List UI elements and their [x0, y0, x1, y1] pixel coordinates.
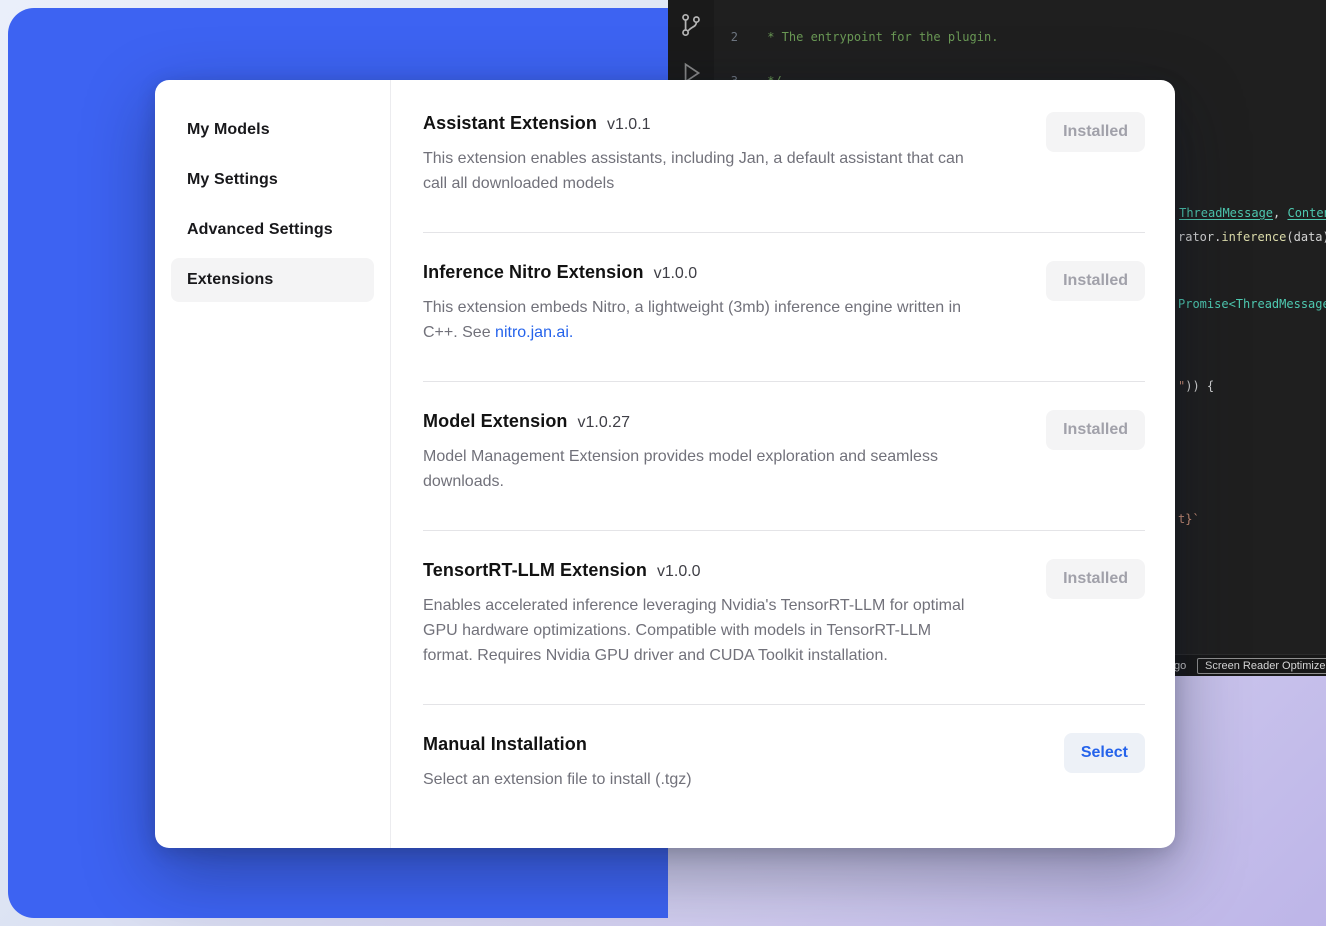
extension-row-assistant: Assistant Extension v1.0.1 This extension…: [423, 108, 1145, 232]
status-text: go: [1174, 660, 1186, 672]
manual-installation-description: Select an extension file to install (.tg…: [423, 767, 692, 792]
extension-title: Model Extension: [423, 411, 568, 431]
code-fragment: rator.inference(data));: [1178, 229, 1326, 245]
extension-title: TensortRT-LLM Extension: [423, 560, 647, 580]
extension-description: Model Management Extension provides mode…: [423, 444, 968, 494]
extension-version: v1.0.1: [607, 116, 651, 133]
select-file-button[interactable]: Select: [1064, 733, 1145, 773]
extension-row-inference-nitro: Inference Nitro Extension v1.0.0 This ext…: [423, 233, 1145, 381]
installed-button[interactable]: Installed: [1046, 559, 1145, 599]
extension-version: v1.0.0: [654, 265, 698, 282]
extension-title: Inference Nitro Extension: [423, 262, 644, 282]
sidebar-item-my-settings[interactable]: My Settings: [171, 158, 374, 202]
desktop: 2 * The entrypoint for the plugin. 3 */ …: [0, 0, 1326, 926]
installed-button[interactable]: Installed: [1046, 112, 1145, 152]
code-fragment: Promise<ThreadMessage>: [1178, 296, 1326, 312]
manual-installation-title: Manual Installation: [423, 734, 587, 754]
installed-button[interactable]: Installed: [1046, 261, 1145, 301]
manual-installation-row: Manual Installation Select an extension …: [423, 705, 1145, 828]
settings-sidebar: My Models My Settings Advanced Settings …: [155, 80, 391, 848]
sidebar-item-my-models[interactable]: My Models: [171, 108, 374, 152]
extension-row-tensorrt-llm: TensortRT-LLM Extension v1.0.0 Enables ac…: [423, 531, 1145, 704]
settings-modal: My Models My Settings Advanced Settings …: [155, 80, 1175, 848]
extension-description: Enables accelerated inference leveraging…: [423, 593, 968, 668]
sidebar-item-extensions[interactable]: Extensions: [171, 258, 374, 302]
extension-version: v1.0.27: [578, 414, 630, 431]
extension-description: This extension enables assistants, inclu…: [423, 146, 968, 196]
source-control-icon[interactable]: [678, 12, 704, 38]
nitro-link[interactable]: nitro.jan.ai.: [495, 324, 573, 341]
extension-title: Assistant Extension: [423, 113, 597, 133]
code-fragment: ")) {: [1178, 378, 1214, 394]
extension-version: v1.0.0: [657, 563, 701, 580]
extension-row-model: Model Extension v1.0.27 Model Management …: [423, 382, 1145, 530]
extensions-panel: Assistant Extension v1.0.1 This extension…: [391, 80, 1175, 848]
line-number: 2: [714, 29, 738, 45]
screen-reader-status-item[interactable]: Screen Reader Optimize: [1197, 658, 1326, 674]
sidebar-item-advanced-settings[interactable]: Advanced Settings: [171, 208, 374, 252]
installed-button[interactable]: Installed: [1046, 410, 1145, 450]
extension-description: This extension embeds Nitro, a lightweig…: [423, 295, 968, 345]
code-line: 2 * The entrypoint for the plugin.: [714, 29, 1326, 45]
code-fragment: t}`: [1178, 511, 1200, 527]
